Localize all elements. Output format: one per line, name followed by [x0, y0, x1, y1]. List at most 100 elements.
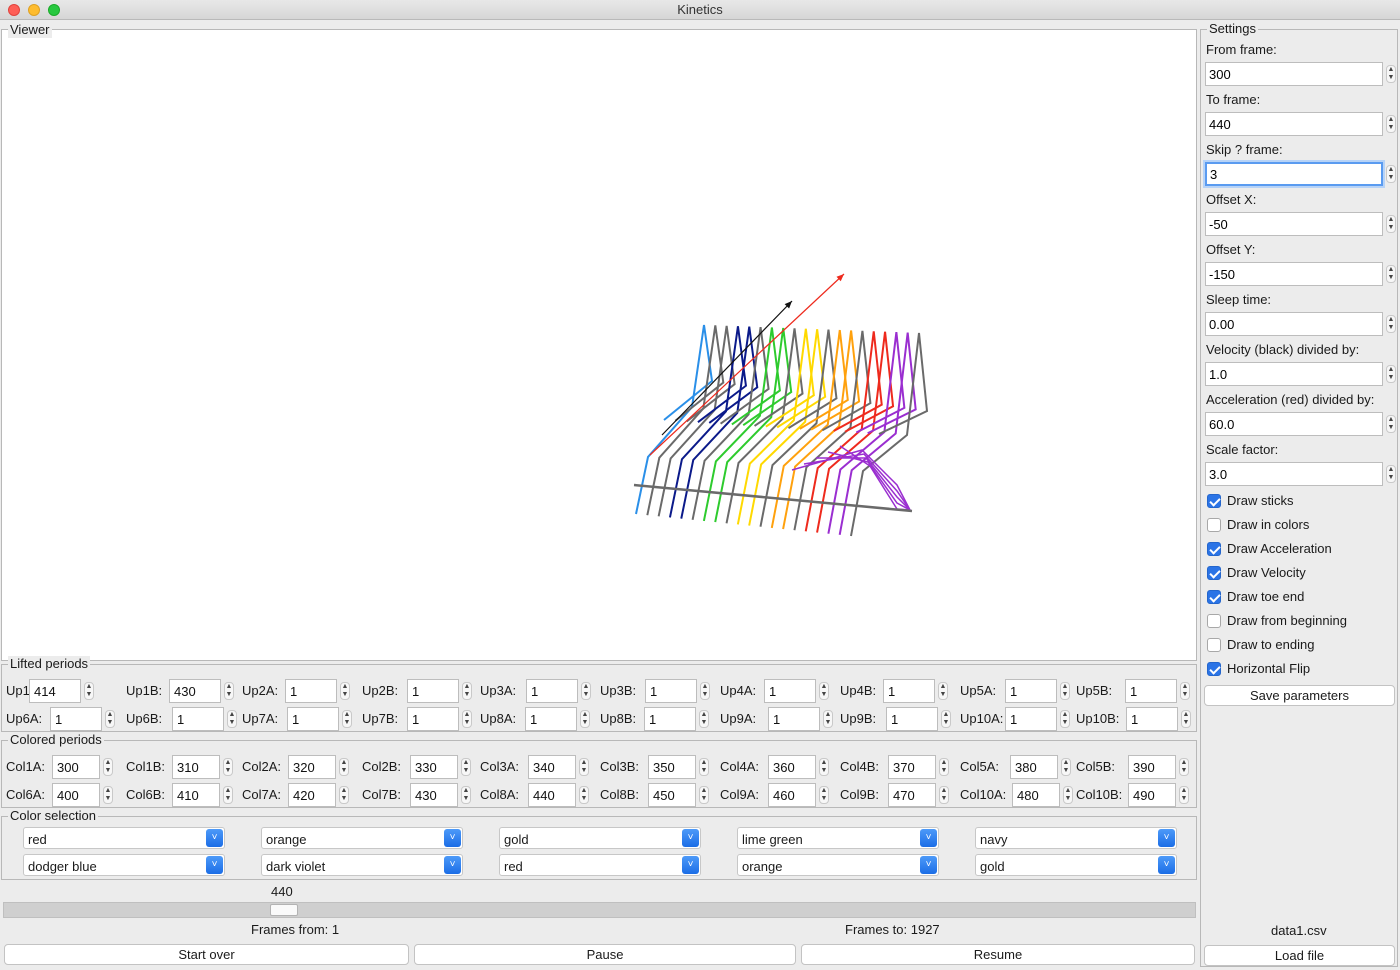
colored-period-input[interactable] — [52, 755, 100, 779]
stepper-arrows-icon[interactable]: ▲ ▼ — [699, 758, 709, 776]
setting-input[interactable] — [1205, 412, 1383, 436]
stepper-arrows-icon[interactable]: ▲ ▼ — [1386, 65, 1396, 83]
lifted-period-input[interactable] — [644, 707, 696, 731]
lifted-period-input[interactable] — [1005, 707, 1057, 731]
stepper-arrows-icon[interactable]: ▲ ▼ — [938, 682, 948, 700]
chevron-down-icon[interactable]: ˅ — [444, 856, 461, 874]
stepper-arrows-icon[interactable]: ▲ ▼ — [227, 710, 237, 728]
color-select[interactable]: red ˅ — [499, 854, 701, 876]
lifted-period-input[interactable] — [1005, 679, 1057, 703]
stepper-arrows-icon[interactable]: ▲ ▼ — [1386, 315, 1396, 333]
setting-spinbox[interactable]: ▲▼ — [1205, 112, 1397, 136]
stepper-arrows-icon[interactable]: ▲ ▼ — [699, 786, 709, 804]
setting-spinbox[interactable]: ▲▼ — [1205, 412, 1397, 436]
stepper-arrows-icon[interactable]: ▲ ▼ — [1063, 786, 1073, 804]
stepper-arrows-icon[interactable]: ▲ ▼ — [1386, 165, 1396, 183]
stepper-arrows-icon[interactable]: ▲ ▼ — [581, 682, 591, 700]
lifted-period-input[interactable] — [764, 679, 816, 703]
stepper-arrows-icon[interactable]: ▲ ▼ — [342, 710, 352, 728]
checkbox-unchecked-icon[interactable] — [1207, 518, 1221, 532]
checkbox-checked-icon[interactable] — [1207, 590, 1221, 604]
colored-period-input[interactable] — [1012, 783, 1060, 807]
stepper-arrows-icon[interactable]: ▲ ▼ — [1386, 365, 1396, 383]
colored-period-input[interactable] — [528, 755, 576, 779]
lifted-period-input[interactable] — [525, 707, 577, 731]
stepper-arrows-icon[interactable]: ▲ ▼ — [579, 758, 589, 776]
lifted-period-input[interactable] — [407, 679, 459, 703]
pause-button[interactable]: Pause — [414, 944, 796, 965]
stepper-arrows-icon[interactable]: ▲ ▼ — [1386, 215, 1396, 233]
stick-figure-canvas[interactable] — [2, 30, 1196, 660]
colored-period-input[interactable] — [768, 755, 816, 779]
setting-input[interactable] — [1205, 362, 1383, 386]
stepper-arrows-icon[interactable]: ▲ ▼ — [819, 682, 829, 700]
chevron-down-icon[interactable]: ˅ — [682, 856, 699, 874]
setting-input[interactable] — [1205, 112, 1383, 136]
chevron-down-icon[interactable]: ˅ — [206, 856, 223, 874]
setting-spinbox[interactable]: ▲▼ — [1205, 212, 1397, 236]
lifted-period-input[interactable] — [883, 679, 935, 703]
stepper-arrows-icon[interactable]: ▲ ▼ — [340, 682, 350, 700]
stepper-arrows-icon[interactable]: ▲ ▼ — [819, 758, 829, 776]
colored-period-input[interactable] — [768, 783, 816, 807]
setting-spinbox[interactable]: ▲▼ — [1205, 162, 1397, 186]
color-select[interactable]: lime green ˅ — [737, 827, 939, 849]
lifted-period-input[interactable] — [407, 707, 459, 731]
lifted-period-input[interactable] — [1126, 707, 1178, 731]
chevron-down-icon[interactable]: ˅ — [1158, 829, 1175, 847]
zoom-window-button[interactable] — [48, 4, 60, 16]
stepper-arrows-icon[interactable]: ▲ ▼ — [1386, 465, 1396, 483]
colored-period-input[interactable] — [410, 755, 458, 779]
stepper-arrows-icon[interactable]: ▲ ▼ — [223, 758, 233, 776]
lifted-period-input[interactable] — [50, 707, 102, 731]
color-select[interactable]: red ˅ — [23, 827, 225, 849]
setting-input[interactable] — [1205, 262, 1383, 286]
stepper-arrows-icon[interactable]: ▲ ▼ — [224, 682, 234, 700]
color-select[interactable]: orange ˅ — [261, 827, 463, 849]
stepper-arrows-icon[interactable]: ▲ ▼ — [1179, 758, 1189, 776]
lifted-period-input[interactable] — [768, 707, 820, 731]
stepper-arrows-icon[interactable]: ▲ ▼ — [1060, 710, 1070, 728]
checkbox-unchecked-icon[interactable] — [1207, 614, 1221, 628]
setting-spinbox[interactable]: ▲▼ — [1205, 462, 1397, 486]
color-select[interactable]: dark violet ˅ — [261, 854, 463, 876]
stepper-arrows-icon[interactable]: ▲ ▼ — [1061, 758, 1071, 776]
stepper-arrows-icon[interactable]: ▲ ▼ — [1386, 415, 1396, 433]
stepper-arrows-icon[interactable]: ▲ ▼ — [1060, 682, 1070, 700]
colored-period-input[interactable] — [528, 783, 576, 807]
colored-period-input[interactable] — [1128, 783, 1176, 807]
stepper-arrows-icon[interactable]: ▲ ▼ — [461, 758, 471, 776]
checkbox-checked-icon[interactable] — [1207, 662, 1221, 676]
lifted-period-input[interactable] — [172, 707, 224, 731]
colored-period-input[interactable] — [172, 755, 220, 779]
save-parameters-button[interactable]: Save parameters — [1204, 685, 1395, 706]
chevron-down-icon[interactable]: ˅ — [1158, 856, 1175, 874]
chevron-down-icon[interactable]: ˅ — [920, 829, 937, 847]
stepper-arrows-icon[interactable]: ▲ ▼ — [462, 682, 472, 700]
lifted-period-input[interactable] — [169, 679, 221, 703]
stepper-arrows-icon[interactable]: ▲ ▼ — [339, 786, 349, 804]
colored-period-input[interactable] — [648, 755, 696, 779]
stepper-arrows-icon[interactable]: ▲ ▼ — [699, 710, 709, 728]
stepper-arrows-icon[interactable]: ▲ ▼ — [1386, 265, 1396, 283]
frame-slider-handle[interactable] — [270, 904, 298, 916]
colored-period-input[interactable] — [888, 755, 936, 779]
lifted-period-input[interactable] — [287, 707, 339, 731]
resume-button[interactable]: Resume — [801, 944, 1195, 965]
color-select[interactable]: gold ˅ — [499, 827, 701, 849]
stepper-arrows-icon[interactable]: ▲ ▼ — [819, 786, 829, 804]
frame-slider[interactable] — [3, 902, 1196, 918]
setting-input[interactable] — [1205, 312, 1383, 336]
colored-period-input[interactable] — [888, 783, 936, 807]
stepper-arrows-icon[interactable]: ▲ ▼ — [105, 710, 115, 728]
colored-period-input[interactable] — [1010, 755, 1058, 779]
chevron-down-icon[interactable]: ˅ — [444, 829, 461, 847]
stepper-arrows-icon[interactable]: ▲ ▼ — [939, 786, 949, 804]
stepper-arrows-icon[interactable]: ▲ ▼ — [700, 682, 710, 700]
stepper-arrows-icon[interactable]: ▲ ▼ — [941, 710, 951, 728]
lifted-period-input[interactable] — [285, 679, 337, 703]
minimize-window-button[interactable] — [28, 4, 40, 16]
stepper-arrows-icon[interactable]: ▲ ▼ — [103, 786, 113, 804]
stepper-arrows-icon[interactable]: ▲ ▼ — [823, 710, 833, 728]
colored-period-input[interactable] — [410, 783, 458, 807]
